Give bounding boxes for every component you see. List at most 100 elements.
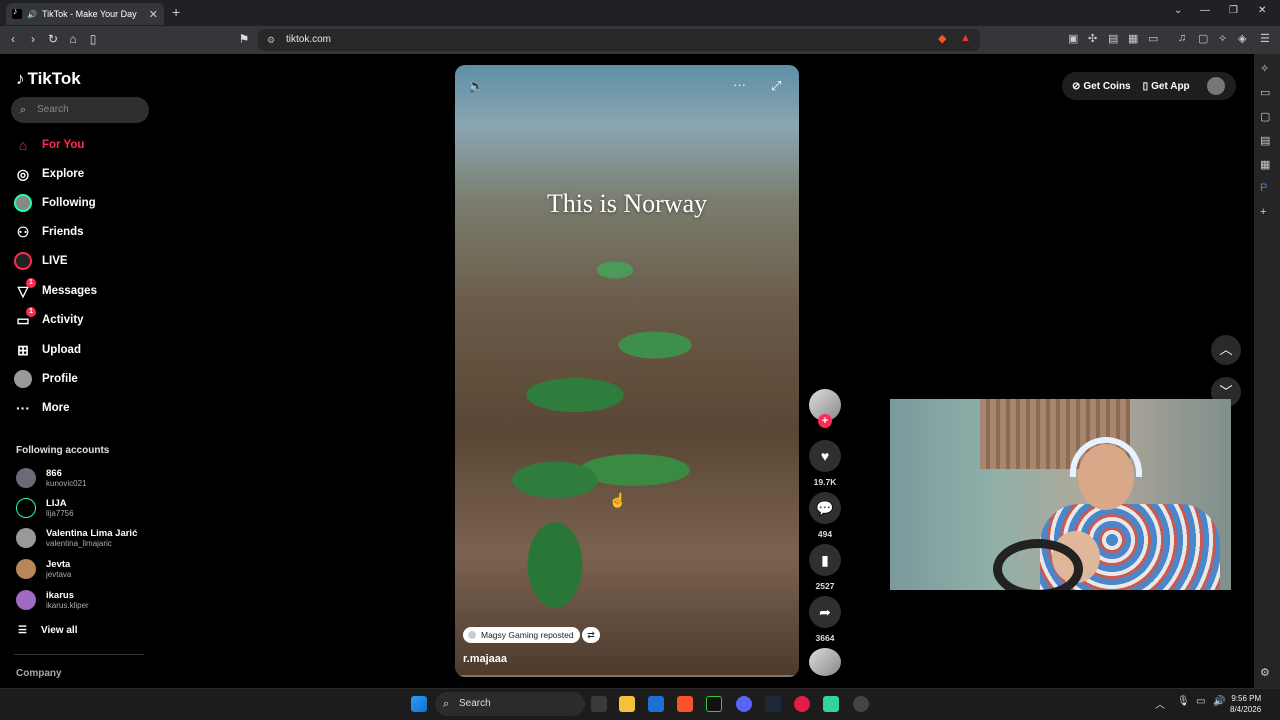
search-input[interactable]: ⌕ Search bbox=[11, 97, 149, 123]
get-app-button[interactable]: ▯ Get App bbox=[1143, 81, 1190, 92]
brave-shields-icon[interactable]: ◆ bbox=[938, 32, 946, 45]
nav-following[interactable]: Following bbox=[14, 192, 96, 214]
tray-chevron-icon[interactable]: ︿ bbox=[1155, 696, 1165, 711]
save-icon[interactable]: ▤ bbox=[1108, 32, 1118, 45]
tabs-icon[interactable]: ▭ bbox=[1148, 32, 1158, 45]
add-panel-icon[interactable]: + bbox=[1260, 206, 1266, 218]
nav-for-you[interactable]: ⌂ For You bbox=[14, 134, 85, 156]
account-item[interactable]: ikarus ikarus.kliper bbox=[16, 586, 89, 614]
steering-wheel bbox=[993, 539, 1083, 590]
tab-search-icon[interactable]: ⌄ bbox=[1174, 5, 1182, 16]
maximize-button[interactable]: ❐ bbox=[1229, 5, 1238, 16]
avatar bbox=[468, 631, 476, 639]
comment-button[interactable]: 💬 bbox=[809, 492, 841, 524]
new-tab-button[interactable]: + bbox=[172, 4, 180, 20]
previous-video-button[interactable]: ︿ bbox=[1211, 335, 1241, 365]
more-icon: ··· bbox=[16, 400, 30, 416]
user-avatar[interactable] bbox=[1207, 77, 1225, 95]
wallet-icon[interactable]: ▢ bbox=[1198, 32, 1208, 45]
tab-close-icon[interactable]: ✕ bbox=[149, 8, 158, 21]
brave-browser-icon[interactable] bbox=[677, 696, 693, 712]
company-link[interactable]: Company bbox=[16, 668, 62, 679]
network-icon[interactable]: ▭ bbox=[1196, 696, 1205, 707]
address-bar[interactable]: ⚙ tiktok.com bbox=[258, 29, 980, 51]
comment-icon: 💬 bbox=[816, 499, 834, 516]
get-coins-label: Get Coins bbox=[1083, 80, 1131, 92]
vpn-icon[interactable]: ◈ bbox=[1238, 32, 1246, 45]
tiktok-logo[interactable]: ♪ TikTok bbox=[16, 69, 81, 89]
bookmarks-icon[interactable]: ▤ bbox=[1260, 134, 1270, 147]
chat-app-icon[interactable] bbox=[823, 696, 839, 712]
nav-live[interactable]: LIVE bbox=[14, 250, 68, 272]
paypal-icon[interactable]: P bbox=[1260, 182, 1267, 194]
video-progress-bar[interactable] bbox=[455, 675, 799, 677]
follow-plus-icon[interactable]: + bbox=[818, 414, 832, 428]
view-all-button[interactable]: ☰ View all bbox=[18, 625, 77, 636]
task-view-icon[interactable] bbox=[591, 696, 607, 712]
bookmark-icon[interactable]: ⚑ bbox=[236, 32, 252, 46]
sound-disc-avatar[interactable] bbox=[809, 648, 841, 676]
get-app-label: Get App bbox=[1151, 80, 1190, 92]
taskbar-clock[interactable]: 9:56 PM 8/4/2026 bbox=[1230, 693, 1261, 715]
forward-icon[interactable]: › bbox=[25, 32, 41, 46]
share-button[interactable]: ➦ bbox=[809, 596, 841, 628]
sidebar-toggle-icon[interactable]: ▯ bbox=[85, 32, 101, 46]
nav-explore[interactable]: ◎ Explore bbox=[14, 163, 84, 185]
nav-profile[interactable]: Profile bbox=[14, 368, 78, 390]
mail-icon[interactable] bbox=[648, 696, 664, 712]
minimize-button[interactable]: — bbox=[1200, 5, 1210, 16]
nav-upload[interactable]: ⊞ Upload bbox=[14, 339, 81, 361]
avatar bbox=[16, 468, 36, 488]
account-item[interactable]: Valentina Lima Jarić valentina_limajaric bbox=[16, 524, 137, 552]
ai-icon[interactable]: ✧ bbox=[1218, 32, 1227, 45]
nav-activity[interactable]: ▭ 1 Activity bbox=[14, 307, 84, 331]
settings-gear-icon[interactable]: ⚙ bbox=[1260, 666, 1270, 679]
video-player[interactable]: 🔈 ··· ⤢ This is Norway ☝ Magsy Gaming re… bbox=[455, 65, 799, 677]
extension-icon[interactable]: ▣ bbox=[1068, 32, 1078, 45]
account-item[interactable]: Jevta jevtava bbox=[16, 555, 71, 583]
repost-icon[interactable]: ⇄ bbox=[582, 627, 600, 643]
video-author[interactable]: r.majaaa bbox=[463, 653, 507, 665]
volume-icon[interactable]: 🔈 bbox=[468, 78, 484, 94]
menu-icon[interactable]: ☰ bbox=[1260, 32, 1270, 45]
account-item[interactable]: LIJA lija7756 bbox=[16, 494, 74, 522]
puzzle-icon[interactable]: ✣ bbox=[1088, 32, 1097, 45]
media-icon[interactable]: ♫ bbox=[1178, 32, 1186, 44]
tiktok-note-icon: ♪ bbox=[16, 69, 25, 88]
search-icon: ⌕ bbox=[443, 698, 450, 710]
repost-label[interactable]: Magsy Gaming reposted bbox=[463, 627, 580, 643]
start-icon[interactable] bbox=[411, 696, 427, 712]
nav-more[interactable]: ··· More bbox=[14, 397, 69, 419]
steam-icon[interactable] bbox=[765, 696, 781, 712]
site-info-icon[interactable]: ⚙ bbox=[267, 29, 275, 51]
volume-icon[interactable]: 🔊 bbox=[1213, 696, 1225, 707]
microphone-icon[interactable]: 🎙 bbox=[1177, 696, 1190, 707]
reading-list-icon[interactable]: ▦ bbox=[1260, 158, 1270, 171]
speaker-icon: 🔊 bbox=[27, 9, 37, 19]
get-coins-button[interactable]: ⊘ Get Coins bbox=[1072, 81, 1131, 92]
nav-friends[interactable]: ⚇ Friends bbox=[14, 221, 84, 243]
back-icon[interactable]: ‹ bbox=[5, 32, 21, 46]
nav-messages[interactable]: ▽ 1 Messages bbox=[14, 278, 97, 302]
discord-icon[interactable] bbox=[736, 696, 752, 712]
obs-icon[interactable] bbox=[853, 696, 869, 712]
brave-rewards-icon[interactable]: ▲ bbox=[960, 32, 971, 44]
like-button[interactable]: ♥ bbox=[809, 440, 841, 472]
save-button[interactable]: ▮ bbox=[809, 544, 841, 576]
app-icon[interactable] bbox=[706, 696, 722, 712]
account-item[interactable]: 866 kunovic021 bbox=[16, 464, 86, 492]
more-options-icon[interactable]: ··· bbox=[733, 77, 746, 92]
reader-icon[interactable]: ▦ bbox=[1128, 32, 1138, 45]
window-close-button[interactable]: ✕ bbox=[1258, 5, 1266, 16]
browser-tab[interactable]: 🔊 TikTok - Make Your Day ✕ bbox=[6, 3, 164, 25]
media-player-icon[interactable]: ▭ bbox=[1260, 86, 1270, 99]
reload-icon[interactable]: ↻ bbox=[45, 32, 61, 46]
home-button-icon[interactable]: ⌂ bbox=[65, 32, 81, 46]
leo-icon[interactable]: ✧ bbox=[1260, 62, 1269, 75]
wallet-panel-icon[interactable]: ▢ bbox=[1260, 110, 1270, 123]
media-app-icon[interactable] bbox=[794, 696, 810, 712]
taskbar-search[interactable]: ⌕ Search bbox=[435, 692, 585, 716]
mouse-cursor-icon: ☝ bbox=[609, 492, 627, 508]
file-explorer-icon[interactable] bbox=[619, 696, 635, 712]
fullscreen-icon[interactable]: ⤢ bbox=[771, 78, 781, 94]
